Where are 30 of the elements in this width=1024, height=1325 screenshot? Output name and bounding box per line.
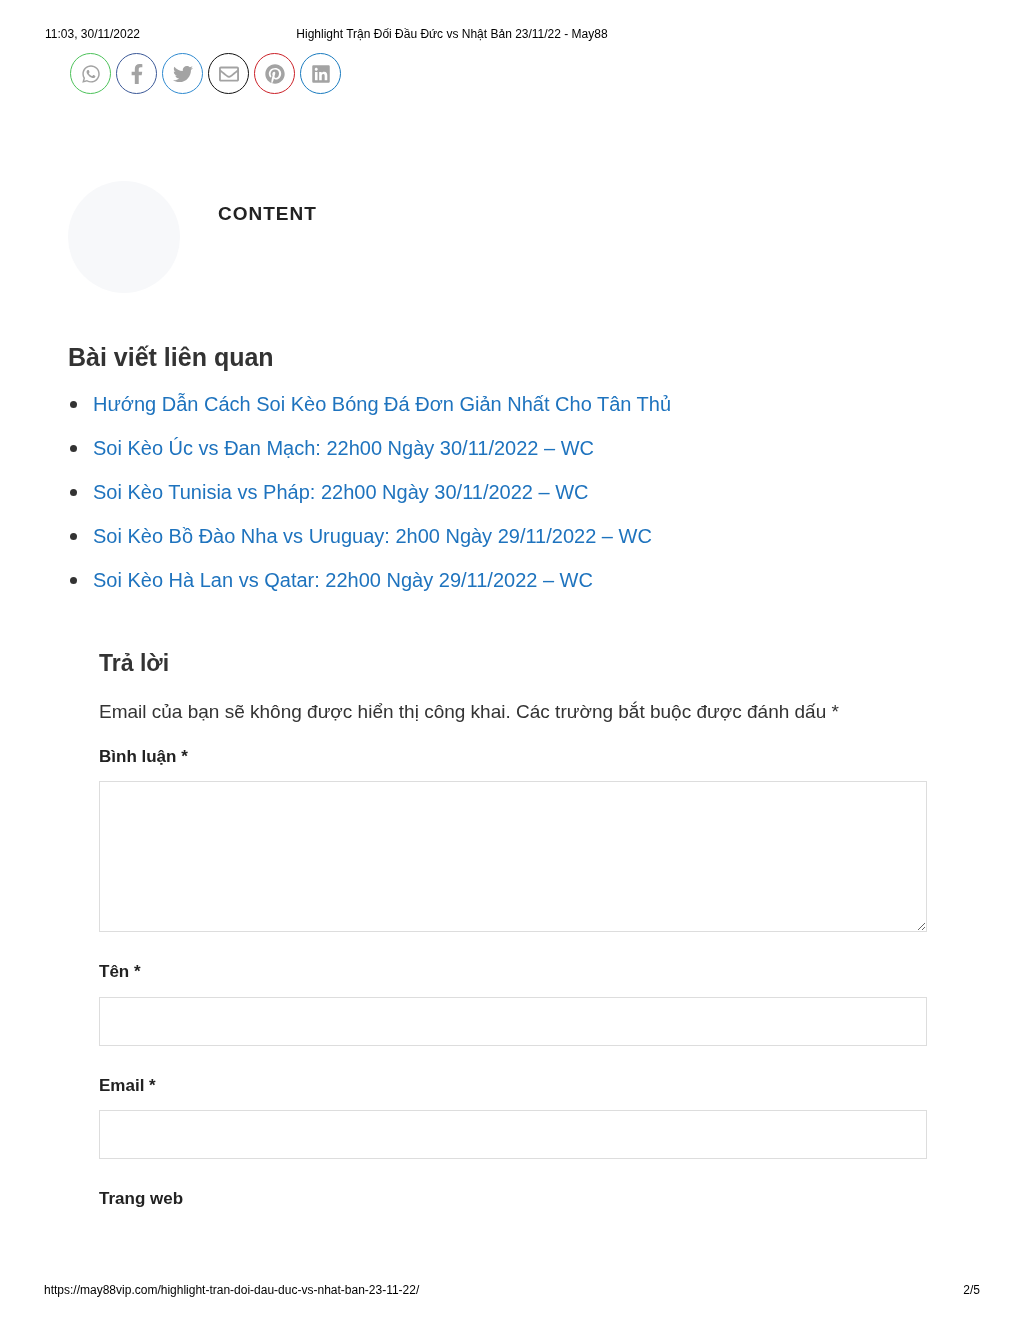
- field-label: Bình luận *: [99, 745, 189, 768]
- input-field[interactable]: [99, 996, 927, 1046]
- bullet-icon: [70, 488, 77, 496]
- bullet-icon: [70, 444, 77, 452]
- author-label: CONTENT: [218, 202, 317, 226]
- linkedin-icon: [310, 63, 331, 84]
- reply-notice: Email của bạn sẽ không được hiển thị công khai. Các trường bắt buộc được đánh dấu *: [99, 700, 840, 724]
- bird-icon: [172, 63, 193, 84]
- print-title: Highlight Trận Đối Đầu Đức vs Nhật Bản 23/11/22 - May88: [296, 26, 608, 43]
- bullet-icon: [70, 400, 77, 408]
- field-label: Tên *: [99, 961, 142, 983]
- field-label: Email *: [99, 1074, 157, 1097]
- related-heading: Bài viết liên quan: [68, 342, 275, 373]
- related-post-link[interactable]: Soi Kèo Úc vs Đan Mạch: 22h00 Ngày 30/11/2022 – WC: [93, 434, 594, 462]
- print-date: 11:03, 30/11/2022: [45, 26, 140, 43]
- page-number: 2/5: [963, 1282, 980, 1299]
- bullet-icon: [70, 532, 77, 540]
- bullet-icon: [70, 576, 77, 584]
- page-url: https://may88vip.com/highlight-tran-doi-dau-duc-vs-nhat-ban-23-11-22/: [44, 1282, 420, 1299]
- input-field[interactable]: [99, 1110, 927, 1159]
- related-post-link[interactable]: Soi Kèo Bồ Đào Nha vs Uruguay: 2h00 Ngày 29/11/2022 – WC: [93, 522, 652, 550]
- related-post-link[interactable]: Soi Kèo Tunisia vs Pháp: 22h00 Ngày 30/11/2022 – WC: [93, 478, 589, 506]
- phone-bubble-icon: [80, 63, 101, 84]
- related-post-link[interactable]: Soi Kèo Hà Lan vs Qatar: 22h00 Ngày 29/11/2022 – WC: [93, 566, 593, 594]
- field-label: Trang web: [99, 1188, 185, 1210]
- reply-heading: Trả lời: [99, 648, 171, 678]
- pinterest-icon: [264, 63, 285, 84]
- comment-field[interactable]: [99, 781, 927, 932]
- share-button[interactable]: [208, 53, 249, 94]
- related-post-link[interactable]: Hướng Dẫn Cách Soi Kèo Bóng Đá Đơn Giản Nhất Cho Tân Thủ: [93, 390, 672, 418]
